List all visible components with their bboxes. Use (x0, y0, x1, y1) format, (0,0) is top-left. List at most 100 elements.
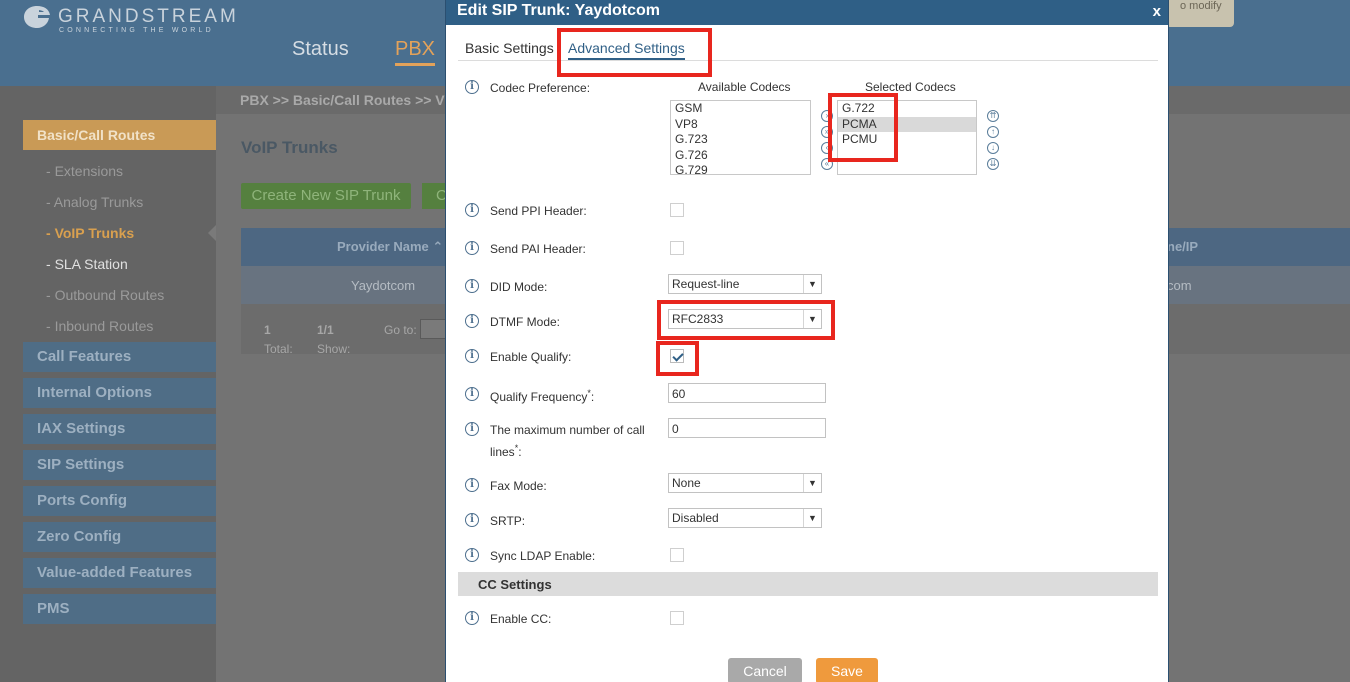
list-item[interactable]: G.729 (671, 163, 810, 174)
max-call-lines-label-line2: lines*: (490, 443, 522, 459)
sidebar-item-analog-trunks[interactable]: - Analog Trunks (46, 194, 143, 210)
fax-mode-label: Fax Mode: (490, 479, 547, 493)
max-call-lines-input[interactable] (668, 418, 826, 438)
chevron-down-icon: ▼ (803, 310, 821, 328)
grandstream-logo-icon (24, 6, 50, 28)
close-icon[interactable]: x (1153, 3, 1161, 20)
move-all-right-icon[interactable]: » (821, 126, 833, 138)
dtmf-mode-label: DTMF Mode: (490, 315, 561, 329)
tab-advanced-settings[interactable]: Advanced Settings (568, 40, 685, 60)
sidebar-category-ports-config[interactable]: Ports Config (23, 486, 216, 516)
sidebar-category-zero-config[interactable]: Zero Config (23, 522, 216, 552)
list-item[interactable]: PCMU (838, 132, 976, 148)
info-icon[interactable]: i (465, 611, 479, 625)
page-title: VoIP Trunks (241, 138, 338, 157)
info-icon[interactable]: i (465, 548, 479, 562)
enable-cc-checkbox[interactable] (670, 611, 684, 625)
host-header: ne/IP (1167, 239, 1199, 254)
move-right-icon[interactable]: › (821, 110, 833, 122)
send-pai-header-checkbox[interactable] (670, 241, 684, 255)
did-mode-label: DID Mode: (490, 280, 548, 294)
enable-qualify-label: Enable Qualify: (490, 350, 572, 364)
qualify-frequency-input[interactable] (668, 383, 826, 403)
tab-basic-settings[interactable]: Basic Settings (465, 40, 554, 56)
total-count: Total: 1 (264, 323, 293, 356)
info-icon[interactable]: i (465, 203, 479, 217)
save-button[interactable]: Save (816, 658, 878, 682)
sync-ldap-enable-checkbox[interactable] (670, 548, 684, 562)
modify-note: o modify (1166, 0, 1234, 27)
move-down-icon[interactable]: ↓ (987, 142, 999, 154)
enable-cc-label: Enable CC: (490, 612, 552, 626)
srtp-label: SRTP: (490, 514, 526, 528)
provider-name-cell: Yaydotcom (351, 278, 416, 293)
sync-ldap-enable-label: Sync LDAP Enable: (490, 549, 596, 563)
create-other-trunk-button[interactable]: C (422, 183, 447, 209)
dialog-header: Edit SIP Trunk: Yaydotcom x (446, 0, 1168, 25)
selected-codecs-list[interactable]: G.722 PCMA PCMU (837, 100, 977, 175)
available-codecs-list[interactable]: GSM VP8 G.723 G.726 G.729 (670, 100, 811, 175)
send-ppi-header-label: Send PPI Header: (490, 204, 587, 218)
list-item[interactable]: G.726 (671, 148, 810, 164)
active-item-pointer-icon (208, 225, 216, 241)
nav-status[interactable]: Status (292, 38, 349, 61)
cancel-button[interactable]: Cancel (728, 658, 802, 682)
enable-qualify-checkbox[interactable] (670, 349, 684, 363)
provider-name-header[interactable]: Provider Name ⌃ (337, 239, 443, 255)
list-item[interactable]: PCMA (838, 116, 976, 132)
move-left-icon[interactable]: ‹ (821, 142, 833, 154)
info-icon[interactable]: i (465, 80, 479, 94)
sidebar-category-sip-settings[interactable]: SIP Settings (23, 450, 216, 480)
sidebar-category-value-added-features[interactable]: Value-added Features (23, 558, 216, 588)
sidebar-section-basic-call-routes[interactable]: Basic/Call Routes (23, 120, 216, 150)
send-ppi-header-checkbox[interactable] (670, 203, 684, 217)
info-icon[interactable]: i (465, 314, 479, 328)
chevron-down-icon: ▼ (803, 509, 821, 527)
info-icon[interactable]: i (465, 513, 479, 527)
selected-codecs-header: Selected Codecs (865, 80, 956, 94)
sidebar-category-internal-options[interactable]: Internal Options (23, 378, 216, 408)
info-icon[interactable]: i (465, 387, 479, 401)
sidebar-category-pms[interactable]: PMS (23, 594, 216, 624)
tab-divider (458, 60, 1158, 61)
fax-mode-select[interactable]: None ▼ (668, 473, 822, 493)
move-top-icon[interactable]: ⇈ (987, 110, 999, 122)
sort-icon: ⌃ (432, 239, 444, 254)
sidebar-category-iax-settings[interactable]: IAX Settings (23, 414, 216, 444)
edit-sip-trunk-dialog: Edit SIP Trunk: Yaydotcom x Basic Settin… (445, 0, 1169, 682)
max-call-lines-label-line1: The maximum number of call (490, 423, 645, 437)
info-icon[interactable]: i (465, 478, 479, 492)
list-item[interactable]: VP8 (671, 117, 810, 133)
sidebar-item-extensions[interactable]: - Extensions (46, 163, 123, 179)
qualify-frequency-label: Qualify Frequency*: (490, 388, 595, 404)
sidebar-item-outbound-routes[interactable]: - Outbound Routes (46, 287, 164, 303)
codec-preference-label: Codec Preference: (490, 81, 591, 95)
sidebar-item-inbound-routes[interactable]: - Inbound Routes (46, 318, 153, 334)
move-all-left-icon[interactable]: « (821, 158, 833, 170)
host-cell: com (1167, 278, 1192, 293)
list-item[interactable]: G.722 (838, 101, 976, 117)
show-count: Show: 1/1 (317, 323, 351, 356)
create-new-sip-trunk-button[interactable]: Create New SIP Trunk (241, 183, 411, 209)
move-up-icon[interactable]: ↑ (987, 126, 999, 138)
move-bottom-icon[interactable]: ⇊ (987, 158, 999, 170)
srtp-select[interactable]: Disabled ▼ (668, 508, 822, 528)
info-icon[interactable]: i (465, 279, 479, 293)
chevron-down-icon: ▼ (803, 474, 821, 492)
info-icon[interactable]: i (465, 422, 479, 436)
goto-label: Go to: (384, 323, 417, 337)
sidebar-category-call-features[interactable]: Call Features (23, 342, 216, 372)
nav-pbx[interactable]: PBX (395, 38, 436, 66)
cc-settings-section-title: CC Settings (458, 572, 1158, 596)
list-item[interactable]: GSM (671, 101, 810, 117)
sidebar-item-voip-trunks[interactable]: - VoIP Trunks (46, 225, 134, 241)
dialog-title: Edit SIP Trunk: Yaydotcom (457, 2, 661, 19)
dtmf-mode-select[interactable]: RFC2833 ▼ (668, 309, 822, 329)
info-icon[interactable]: i (465, 349, 479, 363)
available-codecs-header: Available Codecs (698, 80, 791, 94)
goto-page-input[interactable] (420, 319, 448, 339)
did-mode-select[interactable]: Request-line ▼ (668, 274, 822, 294)
info-icon[interactable]: i (465, 241, 479, 255)
list-item[interactable]: G.723 (671, 132, 810, 148)
sidebar-item-sla-station[interactable]: - SLA Station (46, 256, 128, 272)
